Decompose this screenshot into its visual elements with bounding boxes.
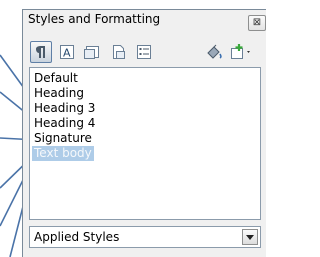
list-styles-icon	[137, 45, 151, 59]
page-styles-button[interactable]	[107, 41, 129, 63]
fill-format-mode-button[interactable]	[203, 41, 225, 63]
chevron-down-icon	[246, 234, 254, 240]
new-style-from-selection-button[interactable]	[228, 41, 254, 63]
style-item-signature[interactable]: Signature	[34, 131, 92, 146]
style-item-heading[interactable]: Heading	[34, 86, 84, 101]
list-styles-button[interactable]	[133, 41, 155, 63]
character-styles-button[interactable]: A	[56, 41, 78, 63]
svg-text:A: A	[63, 47, 71, 60]
style-item-text-body[interactable]: Text body	[32, 146, 94, 161]
panel-title: Styles and Formatting	[28, 12, 161, 26]
page-styles-icon	[113, 45, 125, 59]
paragraph-styles-button[interactable]	[30, 41, 52, 63]
fill-format-mode-icon	[207, 44, 222, 59]
dropdown-arrow-button[interactable]	[242, 229, 258, 245]
close-button[interactable]: ⊠	[248, 15, 266, 31]
frame-styles-icon	[84, 46, 99, 59]
character-styles-icon: A	[60, 45, 74, 60]
styles-and-formatting-panel: Styles and Formatting ⊠ A Default Headin…	[22, 9, 266, 257]
style-item-heading-3[interactable]: Heading 3	[34, 101, 95, 116]
new-style-from-selection-icon	[231, 44, 250, 59]
styles-list[interactable]: Default Heading Heading 3 Heading 4 Sign…	[29, 67, 261, 220]
style-item-heading-4[interactable]: Heading 4	[34, 116, 95, 131]
style-item-default[interactable]: Default	[34, 71, 78, 86]
style-filter-dropdown[interactable]: Applied Styles	[29, 226, 261, 248]
style-filter-value: Applied Styles	[34, 230, 120, 244]
frame-styles-button[interactable]	[81, 41, 103, 63]
paragraph-styles-icon	[36, 46, 45, 58]
